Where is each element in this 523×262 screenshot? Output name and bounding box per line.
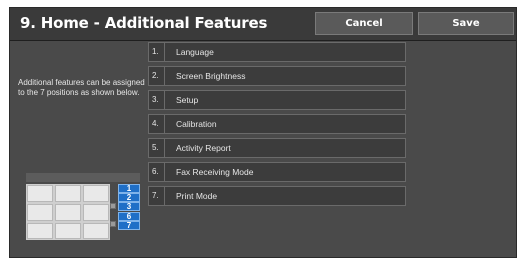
feature-number: 3. (149, 91, 165, 109)
feature-number: 6. (149, 163, 165, 181)
feature-label: Calibration (176, 119, 217, 129)
feature-number: 7. (149, 187, 165, 205)
description-text: Additional features can be assigned to t… (18, 78, 145, 97)
feature-label: Print Mode (176, 191, 218, 201)
grid-cell (83, 185, 109, 202)
grid-cell (27, 223, 53, 239)
save-button[interactable]: Save (418, 12, 514, 35)
feature-item-activity-report[interactable]: 5. Activity Report (148, 138, 406, 158)
grid-cell (83, 223, 109, 239)
position-marker: 1 (118, 184, 140, 193)
scroll-down-icon (110, 221, 116, 227)
feature-item-language[interactable]: 1. Language (148, 42, 406, 62)
scroll-up-icon (110, 203, 116, 209)
position-diagram: 1 2 3 6 7 (26, 173, 140, 241)
feature-item-print-mode[interactable]: 7. Print Mode (148, 186, 406, 206)
feature-label: Setup (176, 95, 199, 105)
feature-label: Screen Brightness (176, 71, 246, 81)
feature-number: 4. (149, 115, 165, 133)
grid-cell (55, 204, 81, 221)
cancel-button[interactable]: Cancel (315, 12, 413, 35)
feature-item-setup[interactable]: 3. Setup (148, 90, 406, 110)
grid-cell (27, 204, 53, 221)
feature-item-screen-brightness[interactable]: 2. Screen Brightness (148, 66, 406, 86)
position-marker: 7 (118, 221, 140, 230)
position-marker: 6 (118, 212, 140, 221)
title-bar: 9. Home - Additional Features Cancel Sav… (10, 8, 516, 41)
position-marker: 2 (118, 193, 140, 202)
feature-number: 5. (149, 139, 165, 157)
feature-item-calibration[interactable]: 4. Calibration (148, 114, 406, 134)
diagram-grid (26, 184, 110, 240)
feature-item-fax-receiving-mode[interactable]: 6. Fax Receiving Mode (148, 162, 406, 182)
grid-cell (27, 185, 53, 202)
grid-cell (55, 223, 81, 239)
feature-label: Fax Receiving Mode (176, 167, 254, 177)
feature-label: Language (176, 47, 214, 57)
feature-number: 2. (149, 67, 165, 85)
page-title: 9. Home - Additional Features (20, 14, 268, 32)
feature-number: 1. (149, 43, 165, 61)
position-marker: 3 (118, 202, 140, 211)
grid-cell (83, 204, 109, 221)
additional-features-panel: 9. Home - Additional Features Cancel Sav… (9, 7, 517, 258)
feature-label: Activity Report (176, 143, 231, 153)
grid-cell (55, 185, 81, 202)
diagram-header-bar (26, 173, 140, 182)
